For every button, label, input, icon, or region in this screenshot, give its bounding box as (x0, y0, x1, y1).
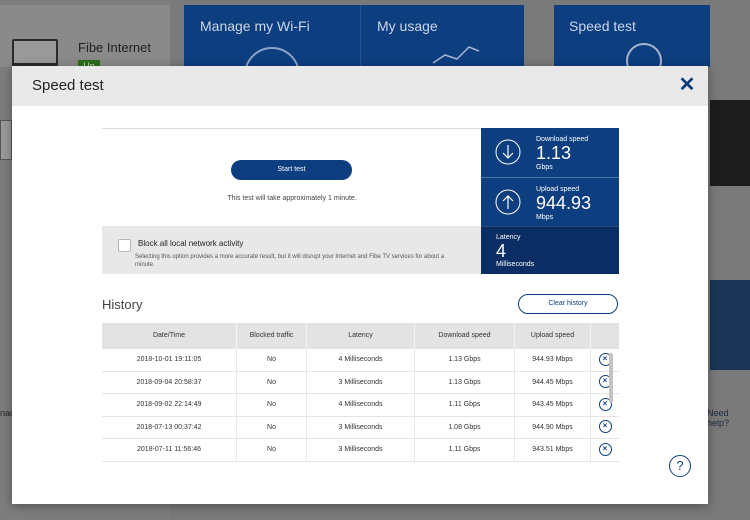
latency-unit: Milliseconds (496, 261, 535, 268)
column-header-actions (591, 323, 619, 349)
cell-datetime: 2018-10-01 19:11:05 (102, 349, 237, 371)
tile-manage-wifi[interactable]: Manage my Wi-Fi (184, 5, 360, 103)
block-network-description: Selecting this option provides a more ac… (135, 254, 445, 268)
table-row: 2018-10-01 19:11:05 No 4 Milliseconds 1.… (102, 349, 619, 372)
tile-label: My usage (377, 18, 438, 34)
connection-name: Fibe Internet (78, 40, 151, 55)
scrollbar-thumb[interactable] (609, 353, 613, 403)
history-table-header: Date/Time Blocked traffic Latency Downlo… (102, 323, 619, 349)
upload-speed-result: Upload speed 944.93 Mbps (481, 177, 619, 226)
table-row: 2018-07-13 00:37:42 No 3 Milliseconds 1.… (102, 416, 619, 439)
cell-blocked: No (237, 439, 307, 461)
cell-actions: × (591, 372, 619, 394)
cell-latency: 4 Milliseconds (307, 349, 415, 371)
test-area: Start test This test will take approxima… (102, 128, 482, 226)
speed-test-modal: Speed test ✕ Start test This test will t… (12, 66, 708, 504)
cell-datetime: 2018-07-11 11:56:46 (102, 439, 237, 461)
table-row: 2018-09-02 22:14:49 No 4 Milliseconds 1.… (102, 394, 619, 417)
table-row: 2018-09-04 20:58:37 No 3 Milliseconds 1.… (102, 371, 619, 394)
download-arrow-icon (495, 139, 521, 165)
background-panel (710, 190, 750, 280)
cell-datetime: 2018-09-04 20:58:37 (102, 371, 237, 393)
start-test-button[interactable]: Start test (231, 160, 352, 180)
block-network-option: Block all local network activity Selecti… (102, 226, 482, 274)
history-table: Date/Time Blocked traffic Latency Downlo… (102, 323, 619, 462)
cell-download: 1.11 Gbps (415, 394, 515, 416)
background-panel (710, 280, 750, 370)
latency-value: 4 (496, 241, 507, 261)
download-speed-result: Download speed 1.13 Gbps (481, 128, 619, 177)
upload-speed-unit: Mbps (536, 214, 554, 221)
upload-speed-value: 944.93 (536, 193, 592, 213)
latency-label: Latency (496, 234, 521, 241)
modal-title: Speed test (32, 77, 104, 94)
tile-speed-test[interactable]: Speed test (554, 5, 710, 79)
usage-chart-icon (432, 46, 480, 64)
column-header-blocked: Blocked traffic (237, 323, 307, 349)
cell-datetime: 2018-09-02 22:14:49 (102, 394, 237, 416)
cell-blocked: No (237, 416, 307, 438)
help-icon[interactable]: ? (669, 455, 691, 477)
column-header-datetime: Date/Time (102, 323, 237, 349)
download-speed-label: Download speed (536, 136, 589, 143)
cell-actions: × (591, 394, 619, 416)
cell-upload: 943.45 Mbps (515, 394, 591, 416)
cell-download: 1.11 Gbps (415, 439, 515, 461)
modal-header: Speed test ✕ (12, 66, 708, 106)
cell-upload: 944.90 Mbps (515, 416, 591, 438)
cell-latency: 3 Milliseconds (307, 371, 415, 393)
upload-speed-label: Upload speed (536, 186, 580, 193)
cell-actions: × (591, 349, 619, 371)
download-speed-unit: Gbps (536, 164, 553, 171)
clear-history-button[interactable]: Clear history (518, 294, 618, 314)
test-duration-note: This test will take approximately 1 minu… (227, 195, 357, 202)
column-header-upload: Upload speed (515, 323, 591, 349)
cell-latency: 3 Milliseconds (307, 416, 415, 438)
cell-actions: × (591, 417, 619, 439)
cell-blocked: No (237, 371, 307, 393)
laptop-icon (0, 120, 12, 160)
cell-upload: 944.45 Mbps (515, 371, 591, 393)
block-network-checkbox[interactable] (118, 239, 131, 252)
cell-latency: 3 Milliseconds (307, 439, 415, 461)
upload-arrow-icon (495, 189, 521, 215)
cell-upload: 943.51 Mbps (515, 439, 591, 461)
close-icon[interactable]: ✕ (678, 74, 696, 96)
tile-label: Speed test (569, 18, 636, 34)
cell-datetime: 2018-07-13 00:37:42 (102, 416, 237, 438)
column-header-latency: Latency (307, 323, 415, 349)
tile-label: Manage my Wi-Fi (200, 18, 310, 34)
cell-actions: × (591, 439, 619, 461)
cell-latency: 4 Milliseconds (307, 394, 415, 416)
latency-result: Latency 4 Milliseconds (481, 226, 619, 274)
cell-download: 1.13 Gbps (415, 349, 515, 371)
cell-blocked: No (237, 394, 307, 416)
connection-card[interactable]: Fibe Internet Up (0, 5, 170, 72)
block-network-label: Block all local network activity (138, 239, 244, 248)
background-panel (710, 100, 750, 186)
history-heading: History (102, 297, 143, 312)
cell-blocked: No (237, 349, 307, 371)
cell-upload: 944.93 Mbps (515, 349, 591, 371)
column-header-download: Download speed (415, 323, 515, 349)
history-scrollbar[interactable] (609, 351, 614, 463)
cell-download: 1.08 Gbps (415, 416, 515, 438)
table-row: 2018-07-11 11:56:46 No 3 Milliseconds 1.… (102, 439, 619, 462)
need-help-link[interactable]: Need help? (707, 408, 750, 428)
cell-download: 1.13 Gbps (415, 371, 515, 393)
laptop-icon (12, 39, 58, 67)
download-speed-value: 1.13 (536, 143, 572, 163)
tile-my-usage[interactable]: My usage (360, 5, 524, 67)
speed-results: Download speed 1.13 Gbps Upload speed 94… (481, 128, 619, 274)
